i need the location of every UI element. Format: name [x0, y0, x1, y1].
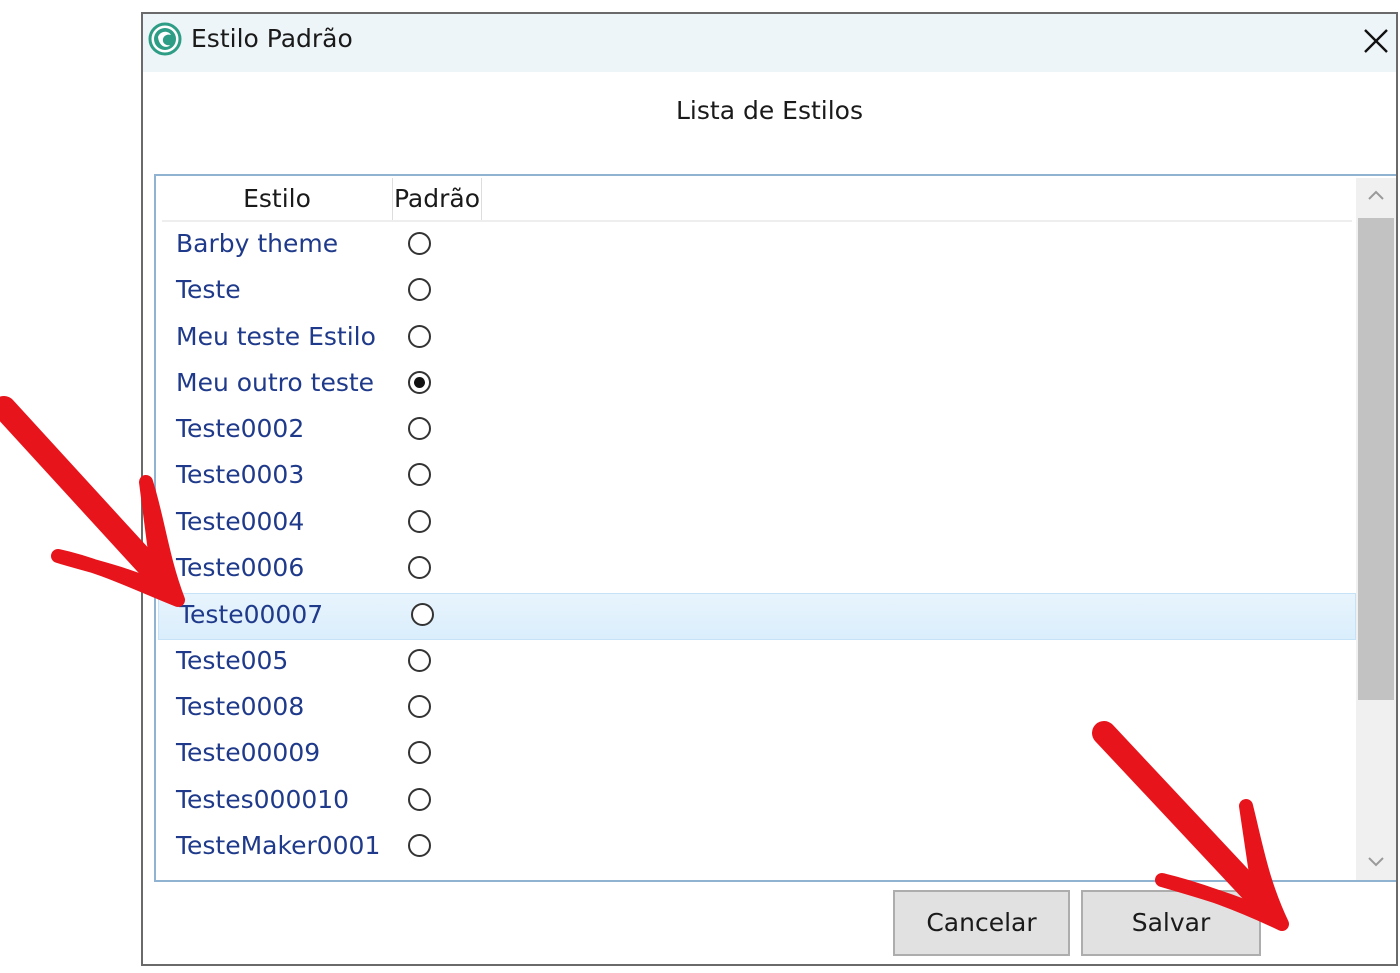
- style-name: Meu outro teste: [176, 367, 375, 397]
- style-name: Teste00007: [179, 600, 324, 630]
- list-item[interactable]: Barby theme: [156, 223, 1356, 269]
- default-radio[interactable]: [408, 463, 431, 487]
- chevron-down-icon: [1368, 857, 1384, 867]
- scroll-up-button[interactable]: [1356, 178, 1396, 214]
- default-radio[interactable]: [408, 833, 431, 857]
- list-item[interactable]: Testes000010: [156, 779, 1356, 825]
- default-radio[interactable]: [408, 787, 431, 811]
- default-radio[interactable]: [408, 741, 431, 765]
- style-name: Teste00009: [176, 738, 321, 768]
- default-radio[interactable]: [408, 509, 431, 533]
- style-name: Teste: [176, 275, 241, 305]
- style-name: TesteMaker0001: [176, 830, 381, 860]
- cancel-button[interactable]: Cancelar: [893, 890, 1070, 956]
- default-radio[interactable]: [408, 648, 431, 672]
- column-header-padrao[interactable]: Padrão: [393, 178, 482, 220]
- style-name: Teste0003: [176, 460, 305, 490]
- list-rows: Barby theme Teste Meu teste Estilo Meu outr…: [156, 223, 1356, 871]
- screenshot-stage: Estilo Padrão Lista de Estilos Estilo Pa…: [0, 0, 1400, 973]
- default-radio[interactable]: [408, 324, 431, 348]
- style-name: Teste0008: [176, 691, 305, 721]
- list-item[interactable]: Meu outro teste: [156, 362, 1356, 408]
- style-name: Teste005: [176, 645, 289, 675]
- list-item[interactable]: TesteMaker0001: [156, 825, 1356, 871]
- list-item[interactable]: Meu teste Estilo: [156, 316, 1356, 362]
- list-header: Estilo Padrão: [162, 178, 1352, 222]
- column-header-estilo[interactable]: Estilo: [162, 178, 393, 220]
- default-radio[interactable]: [408, 232, 431, 255]
- list-heading: Lista de Estilos: [676, 96, 863, 125]
- list-item[interactable]: Teste0004: [156, 501, 1356, 547]
- list-item[interactable]: Teste00009: [156, 732, 1356, 778]
- window-title: Estilo Padrão: [191, 24, 353, 53]
- style-name: Barby theme: [176, 229, 339, 258]
- title-bar: Estilo Padrão: [143, 14, 1396, 72]
- scroll-down-button[interactable]: [1356, 844, 1396, 880]
- style-name: Testes000010: [176, 784, 350, 814]
- list-item[interactable]: Teste00007: [158, 593, 1356, 640]
- app-logo-icon: [148, 22, 182, 56]
- list-item[interactable]: Teste0008: [156, 686, 1356, 732]
- default-radio[interactable]: [408, 417, 431, 441]
- vertical-scrollbar[interactable]: [1356, 178, 1396, 880]
- style-name: Meu teste Estilo: [176, 321, 376, 351]
- scroll-thumb[interactable]: [1358, 218, 1394, 700]
- dialog-window: Estilo Padrão Lista de Estilos Estilo Pa…: [141, 12, 1398, 966]
- default-radio[interactable]: [411, 603, 434, 627]
- list-item[interactable]: Teste005: [156, 640, 1356, 686]
- default-radio[interactable]: [408, 556, 431, 580]
- style-name: Teste0002: [176, 414, 305, 444]
- style-name: Teste0006: [176, 553, 305, 583]
- close-button[interactable]: [1356, 18, 1396, 62]
- save-button[interactable]: Salvar: [1081, 890, 1261, 956]
- default-radio[interactable]: [408, 694, 431, 718]
- default-radio[interactable]: [408, 278, 431, 302]
- list-item[interactable]: Teste0002: [156, 408, 1356, 454]
- styles-list[interactable]: Estilo Padrão Barby theme Teste Meu teste …: [154, 174, 1396, 882]
- close-icon: [1364, 29, 1388, 53]
- default-radio-checked[interactable]: [408, 370, 431, 394]
- style-name: Teste0004: [176, 506, 305, 536]
- chevron-up-icon: [1368, 190, 1384, 200]
- list-item[interactable]: Teste0006: [156, 547, 1356, 593]
- list-item[interactable]: Teste: [156, 269, 1356, 315]
- list-item[interactable]: Teste0003: [156, 454, 1356, 500]
